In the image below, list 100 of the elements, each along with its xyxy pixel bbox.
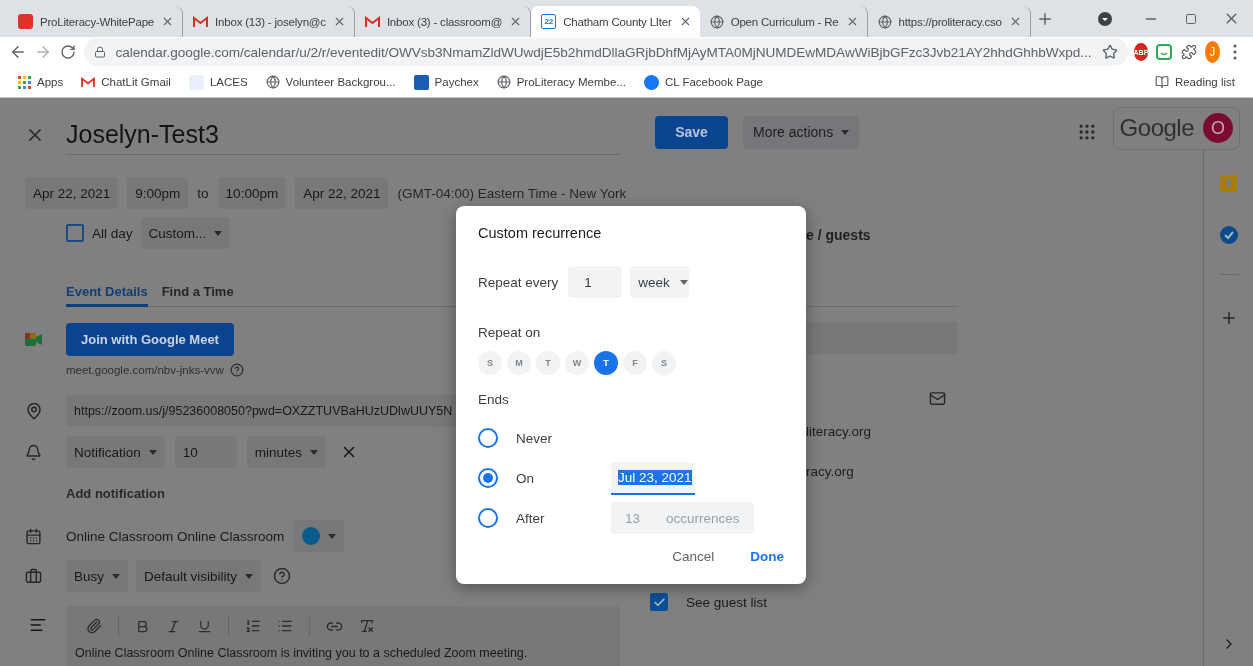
notification-type-dropdown[interactable]: Notification	[66, 436, 165, 468]
event-title-field[interactable]: Joselyn-Test3	[66, 120, 219, 149]
weekday-toggle[interactable]: S	[478, 351, 502, 375]
bookmark-link[interactable]: Volunteer Backgrou...	[265, 75, 396, 89]
bookmark-link[interactable]: ProLiteracy Membe...	[496, 75, 626, 89]
join-meeting-button[interactable]: Join with Google Meet	[66, 323, 234, 356]
underline-icon[interactable]	[197, 618, 212, 634]
end-option-radio[interactable]	[478, 468, 498, 488]
mail-logo-icon	[81, 76, 96, 88]
notification-unit-dropdown[interactable]: minutes	[246, 436, 327, 468]
repeat-every-label: Repeat every	[478, 274, 559, 290]
description-lines-icon	[29, 616, 47, 634]
mail-icon[interactable]	[929, 390, 946, 407]
description-editor[interactable]: Online Classroom Online Classroom is inviting you to a scheduled Zoom meeting.	[66, 606, 620, 666]
dropdown-circle-icon[interactable]	[1098, 11, 1112, 26]
see-guest-list-checkbox[interactable]	[650, 593, 668, 611]
reload-icon[interactable]	[59, 44, 76, 60]
end-option-label: On	[516, 470, 535, 486]
bulleted-list-icon[interactable]	[277, 618, 293, 634]
tab-favicon	[18, 14, 33, 29]
end-option-radio[interactable]	[478, 508, 498, 528]
color-dot	[302, 527, 321, 545]
extension-face-icon[interactable]	[1155, 44, 1172, 60]
bookmark-link[interactable]: ChatLit Gmail	[81, 76, 171, 88]
weekday-toggle[interactable]: T	[594, 351, 618, 375]
details-tab[interactable]: Find a Time	[161, 275, 234, 307]
end-time-field[interactable]: 10:00pm	[217, 177, 287, 209]
guest-email: literacy.org	[806, 424, 873, 439]
color-dropdown[interactable]	[294, 520, 345, 552]
weekday-toggle[interactable]: M	[507, 351, 531, 375]
weekday-toggle[interactable]: T	[536, 351, 560, 375]
recurrence-dropdown[interactable]: Custom...	[140, 217, 231, 249]
apps-grid-icon	[18, 75, 31, 89]
interval-field[interactable]: 1	[568, 266, 623, 298]
star-icon[interactable]	[1101, 44, 1118, 60]
extensions-icon[interactable]	[1181, 44, 1198, 60]
details-tab[interactable]: Event Details	[66, 275, 148, 307]
facebook-logo-icon	[644, 74, 659, 90]
attachment-icon[interactable]	[86, 618, 102, 634]
end-option-radio[interactable]	[478, 428, 498, 448]
unit-dropdown[interactable]: week	[630, 266, 690, 298]
bell-icon	[25, 443, 42, 461]
occurrence-count-field[interactable]: 13 occurrences	[611, 502, 754, 534]
bookmark-link[interactable]: LACES	[188, 74, 248, 90]
dialog-title: Custom recurrence	[478, 225, 603, 243]
clear-format-icon[interactable]	[359, 618, 375, 634]
globe-icon	[496, 75, 511, 89]
start-time-field[interactable]: 9:00pm	[127, 177, 189, 209]
lock-icon	[93, 46, 106, 58]
address-bar[interactable]: calendar.google.com/calendar/u/2/r/eventedit/OWVsb3NmamZldWUwdjE5b2hmdDllaGRjbDhfMjAyMTA0MjNUMDEwMDAwWiBjbGFzc3Jvb21AY2hhdGhhbWxpd...	[83, 38, 1128, 66]
see-guest-list-label: See guest list	[686, 594, 768, 610]
meeting-link[interactable]: meet.google.com/nbv-jnks-vvw	[66, 364, 224, 376]
calendar-favicon-icon: 22	[541, 14, 557, 29]
weekday-toggle[interactable]: W	[565, 351, 589, 375]
briefcase-icon	[25, 567, 42, 585]
help-icon[interactable]	[229, 363, 244, 377]
end-date-field[interactable]: Apr 22, 2021	[295, 177, 389, 209]
profile-avatar[interactable]: J	[1204, 41, 1220, 63]
repeat-on-label: Repeat on	[478, 324, 541, 340]
bookmark-link[interactable]: Paychex	[413, 74, 479, 90]
tasks-icon[interactable]	[1219, 226, 1238, 244]
ends-label: Ends	[478, 391, 509, 407]
all-day-label: All day	[92, 225, 133, 241]
bookmark-link[interactable]: Apps	[18, 75, 64, 89]
add-notification-link[interactable]: Add notification	[66, 485, 165, 501]
weekday-toggle[interactable]: F	[623, 351, 647, 375]
checkmark-icon	[652, 595, 666, 609]
start-date-field[interactable]: Apr 22, 2021	[25, 177, 119, 209]
timezone-link[interactable]: (GMT-04:00) Eastern Time - New York	[397, 185, 627, 201]
all-day-checkbox[interactable]	[66, 224, 84, 242]
save-button[interactable]: Save	[655, 115, 728, 149]
book-icon	[1154, 75, 1169, 89]
availability-dropdown[interactable]: Busy	[66, 560, 128, 592]
browser-tab[interactable]: 22 Chatham County LIter	[531, 6, 700, 37]
cancel-button[interactable]: Cancel	[664, 543, 723, 570]
done-button[interactable]: Done	[742, 543, 792, 570]
calendar-icon	[25, 527, 42, 545]
mail-logo-icon	[364, 15, 380, 28]
bold-icon[interactable]	[135, 618, 150, 634]
more-menu-icon[interactable]	[1233, 44, 1238, 60]
italic-icon[interactable]	[166, 618, 181, 634]
bookmark-logo-icon	[413, 74, 429, 90]
end-date-field[interactable]: Jul 23, 2021	[611, 461, 695, 495]
section-heading: e / guests	[806, 227, 872, 243]
restore-icon[interactable]	[1185, 12, 1197, 25]
globe-icon	[265, 75, 280, 89]
weekday-toggle[interactable]: S	[652, 351, 676, 375]
more-actions-button[interactable]: More actions	[743, 115, 860, 149]
notification-value-field[interactable]: 10	[174, 436, 237, 468]
help-icon[interactable]	[273, 567, 292, 585]
account-switcher[interactable]: Google O	[1112, 106, 1240, 150]
description-text: Online Classroom Online Classroom is inviting you to a scheduled Zoom meeting.	[75, 646, 529, 660]
numbered-list-icon[interactable]	[245, 618, 261, 634]
bookmark-link[interactable]: CL Facebook Page	[644, 74, 763, 90]
reading-list-button[interactable]: Reading list	[1154, 75, 1235, 89]
globe-icon	[877, 14, 892, 29]
visibility-dropdown[interactable]: Default visibility	[136, 560, 262, 592]
end-option-label: Never	[516, 430, 553, 446]
guest-email: racy.org	[806, 464, 855, 479]
guest-input-field[interactable]	[806, 322, 958, 355]
